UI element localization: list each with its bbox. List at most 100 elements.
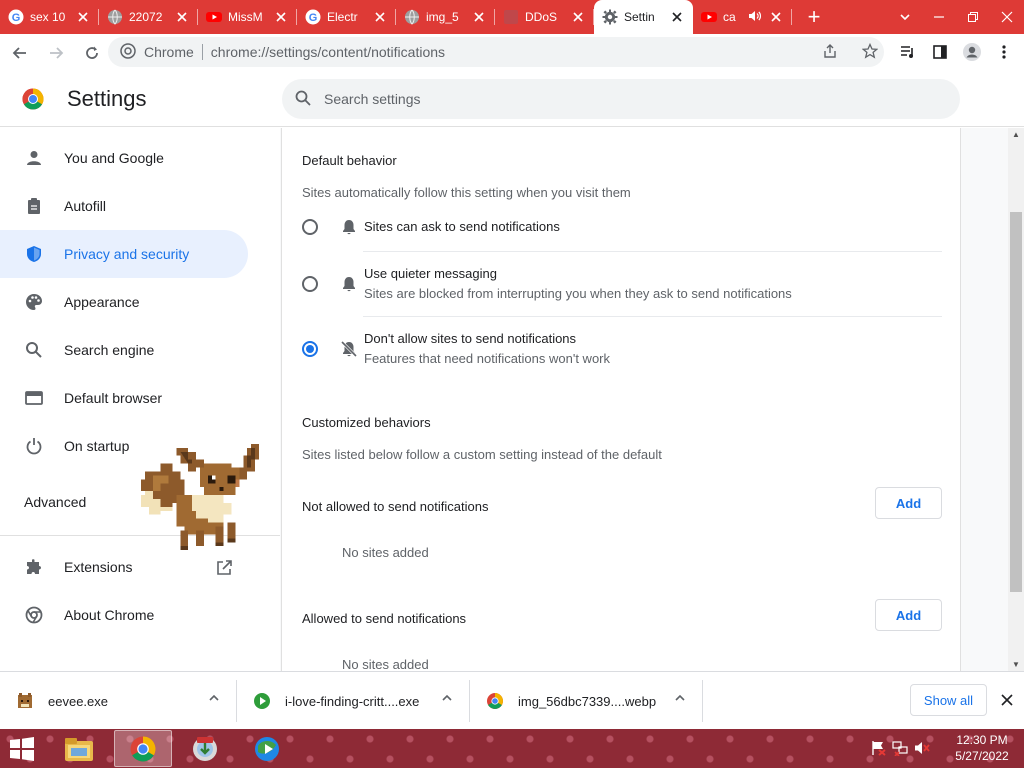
scroll-up-icon[interactable]: ▲ (1012, 130, 1020, 139)
sidebar-item-label: Search engine (64, 342, 155, 358)
close-tab-icon[interactable] (372, 10, 388, 25)
browser-icon (24, 388, 44, 408)
youtube-icon (206, 9, 222, 25)
radio-quieter-messaging[interactable] (302, 276, 318, 292)
tab-5[interactable]: DDoS (495, 0, 594, 34)
restore-button[interactable] (956, 0, 990, 34)
download-item-critters[interactable]: i-love-finding-critt....exe (237, 672, 469, 730)
windows-taskbar: 12:30 PM 5/27/2022 (0, 729, 1024, 768)
close-tab-icon[interactable] (471, 10, 487, 25)
option-sublabel: Features that need notifications won't w… (364, 351, 611, 366)
download-shelf: eevee.exe i-love-finding-critt....exe im… (0, 671, 1024, 729)
sidebar-item-label: You and Google (64, 150, 164, 166)
file-explorer-icon[interactable] (50, 730, 108, 767)
download-item-webp[interactable]: img_56dbc7339....webp (470, 672, 702, 730)
share-icon[interactable] (822, 43, 838, 62)
chevron-up-icon[interactable] (674, 692, 686, 707)
close-tab-icon[interactable] (570, 10, 586, 25)
download-item-eevee[interactable]: eevee.exe (0, 672, 236, 730)
reload-button[interactable] (76, 37, 108, 69)
address-bar[interactable]: Chrome chrome://settings/content/notific… (108, 37, 884, 67)
radio-block-selected[interactable] (302, 341, 318, 357)
close-icon[interactable] (997, 690, 1017, 710)
tab-4[interactable]: img_5 (396, 0, 495, 34)
option-block[interactable]: Don't allow sites to send notifications … (302, 323, 942, 377)
volume-muted-icon[interactable] (914, 740, 930, 756)
search-icon (24, 340, 44, 360)
show-all-downloads-button[interactable]: Show all (910, 684, 987, 716)
close-window-button[interactable] (990, 0, 1024, 34)
tab-title: ca (723, 10, 736, 24)
side-panel-icon[interactable] (928, 40, 952, 64)
close-tab-icon[interactable] (273, 10, 289, 25)
person-icon (24, 148, 44, 168)
add-allowed-site-button[interactable]: Add (875, 599, 942, 631)
sidebar-advanced[interactable]: Advanced (24, 494, 86, 510)
kebab-menu-icon[interactable] (992, 40, 1016, 64)
bell-icon (340, 275, 358, 293)
sidebar-item-label: Appearance (64, 294, 140, 310)
forward-button[interactable] (40, 37, 72, 69)
chrome-taskbar-icon[interactable] (114, 730, 172, 767)
allowed-heading: Allowed to send notifications (302, 611, 467, 626)
tab-search-icon[interactable] (888, 0, 922, 34)
back-button[interactable] (4, 37, 36, 69)
minimize-button[interactable] (922, 0, 956, 34)
system-clock[interactable]: 12:30 PM 5/27/2022 (950, 732, 1014, 764)
chevron-up-icon[interactable] (441, 692, 453, 707)
scroll-down-icon[interactable]: ▼ (1012, 660, 1020, 669)
settings-sidebar: You and Google Autofill Privacy and secu… (0, 128, 280, 671)
action-center-flag-icon[interactable] (870, 740, 886, 756)
close-tab-icon[interactable] (75, 10, 91, 25)
tab-title: 22072 (129, 10, 163, 24)
installer-icon[interactable] (176, 730, 234, 767)
network-icon[interactable] (892, 740, 908, 756)
tab-1[interactable]: 22072 (99, 0, 198, 34)
chevron-up-icon[interactable] (208, 692, 220, 707)
close-tab-icon[interactable] (174, 10, 190, 25)
add-blocked-site-button[interactable]: Add (875, 487, 942, 519)
sidebar-item-appearance[interactable]: Appearance (0, 278, 248, 326)
search-box[interactable] (282, 79, 960, 119)
browser-toolbar: Chrome chrome://settings/content/notific… (0, 34, 1024, 71)
close-tab-icon[interactable] (768, 10, 784, 25)
default-behavior-title: Default behavior (302, 153, 397, 168)
profile-avatar-icon[interactable] (960, 40, 984, 64)
sidebar-item-default-browser[interactable]: Default browser (0, 374, 248, 422)
page-scrollbar[interactable]: ▲ ▼ (1008, 128, 1024, 671)
open-in-new-icon[interactable] (215, 559, 233, 577)
option-quieter-messaging[interactable]: Use quieter messaging Sites are blocked … (302, 258, 942, 312)
tab-0[interactable]: Gsex 10 (0, 0, 99, 34)
media-controls-icon[interactable] (896, 40, 920, 64)
audio-playing-icon[interactable] (748, 9, 762, 26)
tab-6[interactable]: Settin (594, 0, 693, 34)
media-player-icon[interactable] (238, 730, 296, 767)
chrome-file-icon (486, 692, 504, 710)
page-title: Settings (67, 86, 147, 111)
sidebar-item-label: Extensions (64, 559, 133, 575)
window-controls (888, 0, 1024, 34)
sidebar-item-autofill[interactable]: Autofill (0, 182, 248, 230)
search-input[interactable] (324, 91, 924, 107)
sidebar-item-search-engine[interactable]: Search engine (0, 326, 248, 374)
puzzle-icon (24, 557, 44, 577)
scroll-thumb[interactable] (1010, 212, 1022, 592)
option-allow-ask[interactable]: Sites can ask to send notifications (302, 210, 942, 252)
tab-3[interactable]: G Electr (297, 0, 396, 34)
sidebar-item-about-chrome[interactable]: About Chrome (0, 591, 248, 639)
windows-start-icon[interactable] (6, 735, 38, 763)
sidebar-item-label: On startup (64, 438, 130, 454)
tab-7[interactable]: ca (693, 0, 792, 34)
tab-title: Settin (624, 10, 655, 24)
new-tab-button[interactable]: + (796, 0, 832, 34)
play-icon (253, 692, 271, 710)
svg-text:G: G (309, 12, 318, 24)
close-tab-icon[interactable] (669, 10, 685, 25)
radio-allow-ask[interactable] (302, 219, 318, 235)
tab-2[interactable]: MissM (198, 0, 297, 34)
option-label: Don't allow sites to send notifications (364, 331, 577, 346)
sidebar-item-you-and-google[interactable]: You and Google (0, 134, 248, 182)
sidebar-item-privacy-and-security[interactable]: Privacy and security (0, 230, 248, 278)
bookmark-star-icon[interactable] (861, 42, 879, 62)
download-filename: img_56dbc7339....webp (518, 693, 657, 709)
